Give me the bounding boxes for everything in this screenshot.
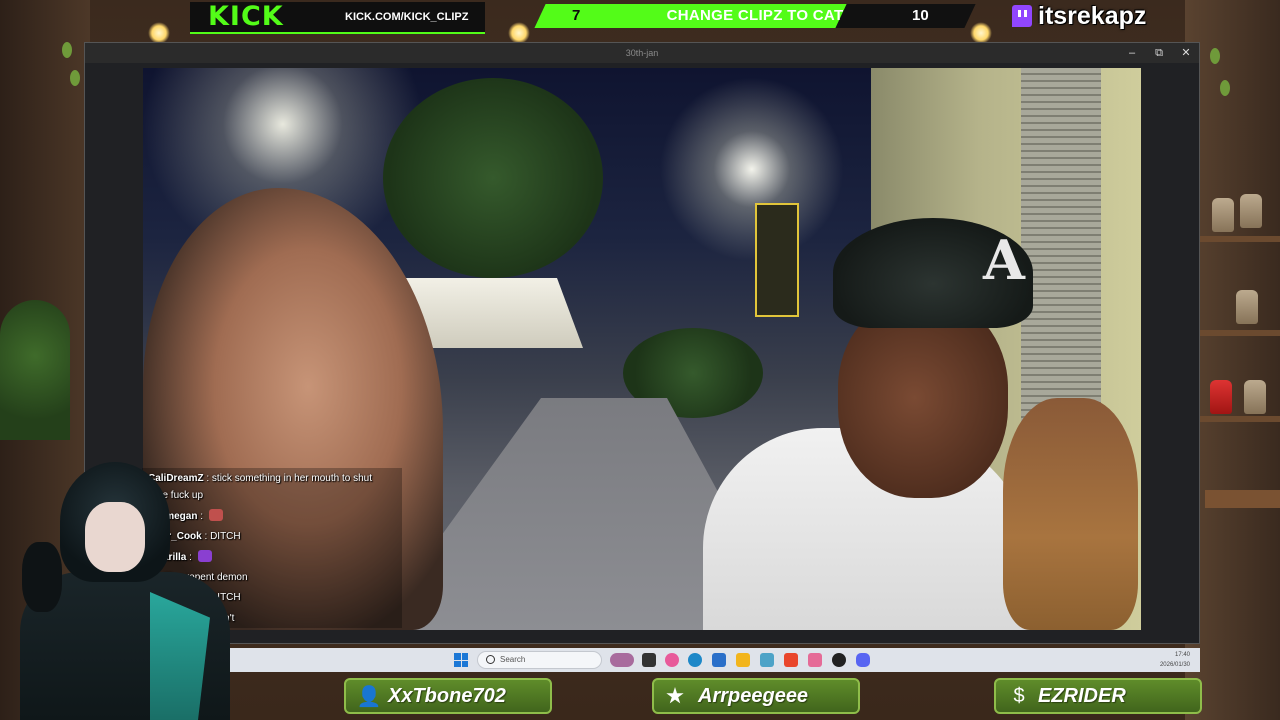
windows-taskbar: Search 17:40 2026/01/30 (230, 648, 1200, 672)
jar (1244, 380, 1266, 414)
goal-title: CHANGE CLIPZ TO CAT (666, 7, 844, 24)
window-titlebar[interactable]: 30th-jan – ⧉ ✕ (85, 43, 1199, 63)
donor-badge: $ EZRIDER (994, 678, 1202, 714)
discord-icon[interactable] (856, 653, 870, 667)
clock-date: 2026/01/30 (1159, 662, 1190, 668)
vine-leaf (70, 70, 80, 86)
minimize-button[interactable]: – (1119, 43, 1145, 63)
shelf (1200, 236, 1280, 242)
window-title: 30th-jan (625, 48, 659, 58)
edge-icon[interactable] (688, 653, 702, 667)
dollar-icon: $ (1013, 684, 1025, 707)
slack-icon[interactable] (760, 653, 774, 667)
donor-badge: 👤 XxTbone702 (344, 678, 552, 714)
street-sign (755, 203, 799, 317)
donor-name: EZRIDER (1038, 684, 1126, 707)
taskbar-search[interactable]: Search (477, 651, 602, 669)
vine-leaf (62, 42, 72, 58)
task-view-icon[interactable] (642, 653, 656, 667)
vine-leaf (1210, 48, 1220, 64)
star-icon (666, 687, 684, 704)
explorer-icon[interactable] (736, 653, 750, 667)
sub-goal-bar: CHANGE CLIPZ TO CAT 7 10 (534, 4, 976, 28)
cap-logo: A (983, 228, 1025, 292)
donor-badge: Arrpeegeee (652, 678, 860, 714)
brave-icon[interactable] (784, 653, 798, 667)
donor-name: Arrpeegeee (698, 684, 809, 707)
copilot-icon[interactable] (665, 653, 679, 667)
widgets-icon[interactable] (610, 653, 634, 667)
shelf (1200, 330, 1280, 336)
goal-current: 7 (572, 7, 581, 24)
jar (1236, 290, 1258, 324)
stream-banner: KICK KICK.COM/KICK_CLIPZ CHANGE CLIPZ TO… (0, 0, 1280, 36)
cafe-table (1205, 490, 1280, 508)
twitch-handle: itsrekapz (1012, 0, 1146, 32)
taskbar-clock[interactable]: 17:40 2026/01/30 (1160, 650, 1190, 670)
twitch-icon (1012, 5, 1032, 27)
tree (383, 78, 603, 278)
avatar-face (85, 502, 145, 572)
search-placeholder: Search (500, 655, 526, 664)
potted-plant (0, 300, 70, 440)
maximize-button[interactable]: ⧉ (1146, 43, 1172, 63)
store-icon[interactable] (712, 653, 726, 667)
search-icon (486, 655, 495, 664)
vine-leaf (1220, 80, 1230, 96)
obs-icon[interactable] (832, 653, 846, 667)
twitch-name: itsrekapz (1038, 1, 1147, 30)
user-icon: 👤 (356, 685, 382, 708)
jar (1210, 380, 1232, 414)
shelf (1200, 416, 1280, 422)
kick-logo: KICK (208, 1, 284, 32)
jar (1212, 198, 1234, 232)
donor-name: XxTbone702 (388, 684, 506, 707)
jar (1240, 194, 1262, 228)
close-button[interactable]: ✕ (1173, 43, 1199, 63)
black-cat (22, 542, 62, 612)
goal-target: 10 (912, 7, 929, 24)
windows-start-icon[interactable] (454, 653, 468, 667)
man-face (838, 298, 1008, 498)
clock-time: 17:40 (1174, 652, 1190, 658)
vtuber-avatar (0, 462, 240, 720)
kick-block: KICK KICK.COM/KICK_CLIPZ (190, 2, 485, 34)
hand (1003, 398, 1138, 630)
kick-url: KICK.COM/KICK_CLIPZ (345, 11, 469, 23)
app-icon[interactable] (808, 653, 822, 667)
